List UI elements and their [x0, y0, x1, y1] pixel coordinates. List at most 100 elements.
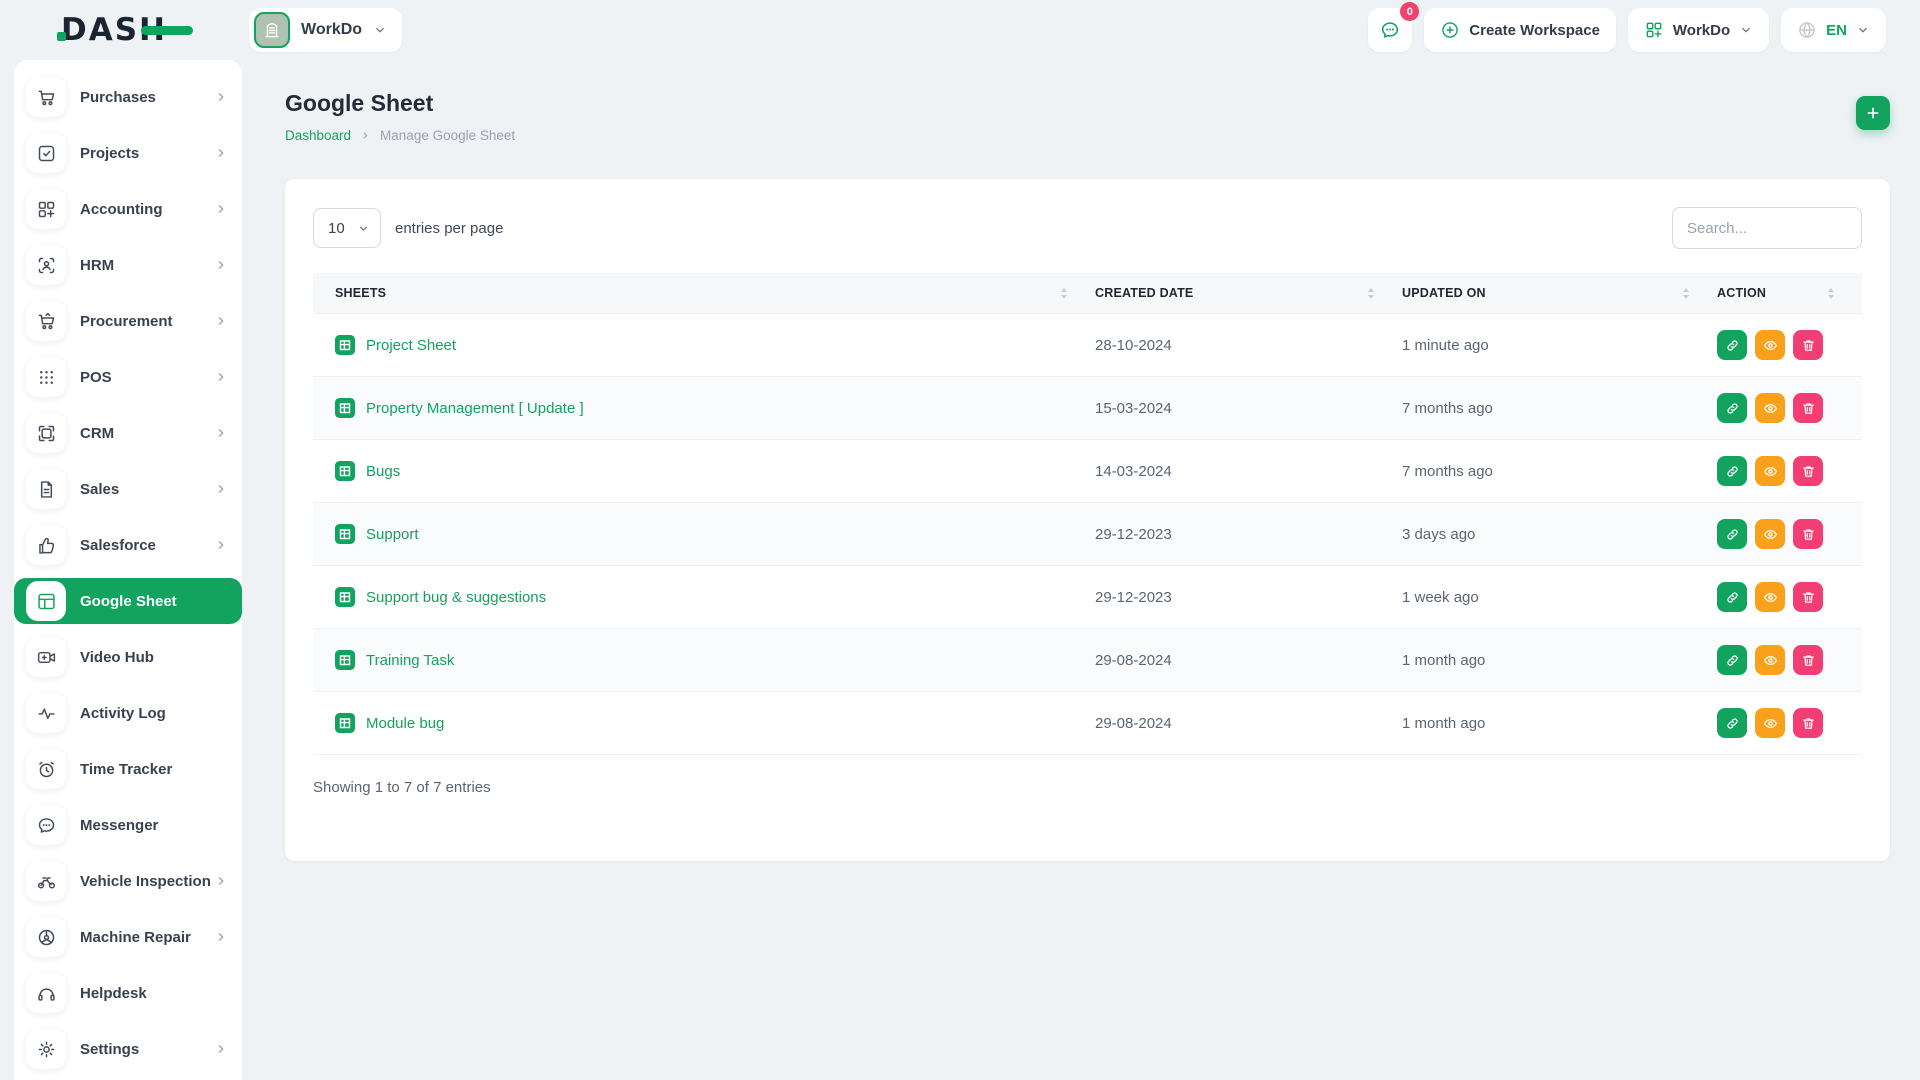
- entries-per-page-select[interactable]: 10: [313, 208, 381, 248]
- sheet-name-link[interactable]: Project Sheet: [366, 337, 456, 354]
- delete-sheet-button[interactable]: [1793, 582, 1823, 612]
- preview-sheet-button[interactable]: [1755, 645, 1785, 675]
- table-header-row: SHEETSCREATED DATEUPDATED ON ACTION: [313, 273, 1862, 314]
- column-header-created-date[interactable]: CREATED DATE: [1095, 273, 1402, 314]
- sidebar-item-messenger[interactable]: Messenger: [14, 802, 242, 848]
- open-sheet-button[interactable]: [1717, 582, 1747, 612]
- column-header-label: UPDATED ON: [1402, 286, 1486, 300]
- link-icon: [1725, 653, 1740, 668]
- sidebar-item-settings[interactable]: Settings: [14, 1026, 242, 1072]
- sidebar-item-video-hub[interactable]: Video Hub: [14, 634, 242, 680]
- eye-icon: [1763, 464, 1778, 479]
- sort-icon[interactable]: [1368, 288, 1374, 299]
- sidebar-item-label: Accounting: [80, 201, 214, 218]
- chevron-right-icon: [214, 258, 228, 272]
- created-date-cell: 29-08-2024: [1095, 692, 1402, 755]
- sidebar-item-salesforce[interactable]: Salesforce: [14, 522, 242, 568]
- preview-sheet-button[interactable]: [1755, 330, 1785, 360]
- create-workspace-button[interactable]: Create Workspace: [1424, 8, 1616, 52]
- open-sheet-button[interactable]: [1717, 519, 1747, 549]
- created-date-cell: 29-12-2023: [1095, 503, 1402, 566]
- trash-icon: [1801, 338, 1816, 353]
- table-footer-status: Showing 1 to 7 of 7 entries: [313, 779, 1862, 796]
- sidebar-item-label: Activity Log: [80, 705, 228, 722]
- workdo-menu-button[interactable]: WorkDo: [1628, 8, 1769, 52]
- preview-sheet-button[interactable]: [1755, 582, 1785, 612]
- sidebar-item-label: Purchases: [80, 89, 214, 106]
- sheet-name-link[interactable]: Training Task: [366, 652, 454, 669]
- sidebar-item-purchases[interactable]: Purchases: [14, 74, 242, 120]
- table-row: Support29-12-20233 days ago: [313, 503, 1862, 566]
- eye-icon: [1763, 590, 1778, 605]
- sort-icon[interactable]: [1683, 288, 1689, 299]
- sheet-icon: [335, 335, 355, 355]
- preview-sheet-button[interactable]: [1755, 519, 1785, 549]
- action-cell: [1717, 629, 1862, 692]
- delete-sheet-button[interactable]: [1793, 330, 1823, 360]
- sort-icon[interactable]: [1828, 288, 1834, 299]
- sheets-card: 10 entries per page SHEETSCREATED DATEUP…: [285, 179, 1890, 861]
- sidebar-item-accounting[interactable]: Accounting: [14, 186, 242, 232]
- open-sheet-button[interactable]: [1717, 645, 1747, 675]
- sheet-name-link[interactable]: Support bug & suggestions: [366, 589, 546, 606]
- preview-sheet-button[interactable]: [1755, 708, 1785, 738]
- sidebar-item-google-sheet[interactable]: Google Sheet: [14, 578, 242, 624]
- sidebar-item-label: Vehicle Inspection: [80, 873, 214, 890]
- sidebar-item-vehicle-inspection[interactable]: Vehicle Inspection: [14, 858, 242, 904]
- sidebar-item-machine-repair[interactable]: Machine Repair: [14, 914, 242, 960]
- open-sheet-button[interactable]: [1717, 456, 1747, 486]
- open-sheet-button[interactable]: [1717, 393, 1747, 423]
- sidebar-item-activity-log[interactable]: Activity Log: [14, 690, 242, 736]
- sort-icon[interactable]: [1061, 288, 1067, 299]
- topbar-actions: 0 Create Workspace WorkDo EN: [1368, 8, 1886, 52]
- delete-sheet-button[interactable]: [1793, 708, 1823, 738]
- breadcrumb-dashboard-link[interactable]: Dashboard: [285, 128, 351, 143]
- sidebar-item-projects[interactable]: Projects: [14, 130, 242, 176]
- sidebar-item-sales[interactable]: Sales: [14, 466, 242, 512]
- language-selector[interactable]: EN: [1781, 8, 1886, 52]
- sheet-name-cell: Project Sheet: [313, 314, 1095, 377]
- trash-icon: [1801, 401, 1816, 416]
- sidebar-item-time-tracker[interactable]: Time Tracker: [14, 746, 242, 792]
- messages-button[interactable]: 0: [1368, 8, 1412, 52]
- sidebar-nav: Purchases Projects Accounting HRM Procuremen…: [14, 74, 242, 1072]
- chevron-right-icon: [214, 146, 228, 160]
- app-logo[interactable]: DASH: [61, 12, 193, 48]
- add-sheet-button[interactable]: [1856, 96, 1890, 130]
- language-label: EN: [1826, 22, 1847, 39]
- preview-sheet-button[interactable]: [1755, 393, 1785, 423]
- sidebar-item-pos[interactable]: POS: [14, 354, 242, 400]
- sheet-name-link[interactable]: Property Management [ Update ]: [366, 400, 584, 417]
- chevron-right-icon: [214, 426, 228, 440]
- delete-sheet-button[interactable]: [1793, 645, 1823, 675]
- delete-sheet-button[interactable]: [1793, 393, 1823, 423]
- eye-icon: [1763, 653, 1778, 668]
- motorbike-icon: [26, 861, 66, 901]
- preview-sheet-button[interactable]: [1755, 456, 1785, 486]
- chevron-right-icon: [214, 1042, 228, 1056]
- sheet-name-link[interactable]: Module bug: [366, 715, 444, 732]
- chat-icon: [26, 805, 66, 845]
- sidebar: Purchases Projects Accounting HRM Procuremen…: [14, 60, 242, 1080]
- table-row: Bugs14-03-20247 months ago: [313, 440, 1862, 503]
- sidebar-item-crm[interactable]: CRM: [14, 410, 242, 456]
- sidebar-item-helpdesk[interactable]: Helpdesk: [14, 970, 242, 1016]
- column-header-action[interactable]: ACTION: [1717, 273, 1862, 314]
- open-sheet-button[interactable]: [1717, 708, 1747, 738]
- sidebar-item-procurement[interactable]: Procurement: [14, 298, 242, 344]
- search-input[interactable]: [1672, 207, 1862, 249]
- column-header-label: ACTION: [1717, 286, 1766, 300]
- delete-sheet-button[interactable]: [1793, 456, 1823, 486]
- sidebar-item-label: HRM: [80, 257, 214, 274]
- sheet-name-link[interactable]: Support: [366, 526, 419, 543]
- column-header-updated-on[interactable]: UPDATED ON: [1402, 273, 1717, 314]
- open-sheet-button[interactable]: [1717, 330, 1747, 360]
- column-header-sheets[interactable]: SHEETS: [313, 273, 1095, 314]
- create-workspace-label: Create Workspace: [1469, 22, 1600, 39]
- sheet-name-cell: Support: [313, 503, 1095, 566]
- sheet-name-link[interactable]: Bugs: [366, 463, 400, 480]
- workspace-selector[interactable]: WorkDo: [249, 8, 402, 52]
- sidebar-item-hrm[interactable]: HRM: [14, 242, 242, 288]
- globe-icon: [1797, 20, 1817, 40]
- delete-sheet-button[interactable]: [1793, 519, 1823, 549]
